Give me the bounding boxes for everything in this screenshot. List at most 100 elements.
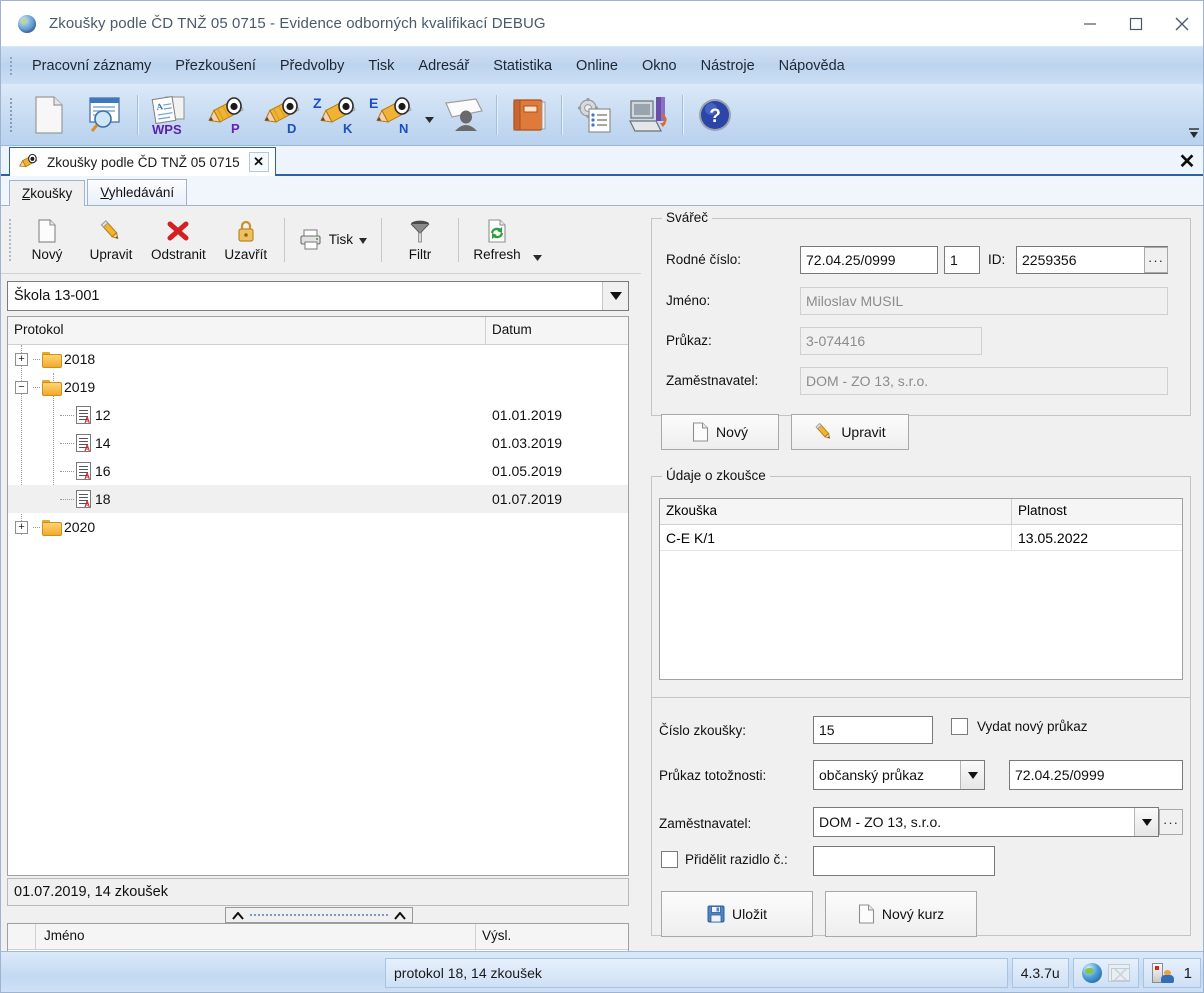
protocol-tree[interactable]: Protokol Datum + 2018 − 2019 A 12 01.01.…	[7, 316, 629, 876]
print-dropdown-caret-icon[interactable]	[359, 232, 368, 247]
rodne-cislo-suffix-input[interactable]: 1	[944, 246, 980, 274]
exam-zamestnavatel-browse-button[interactable]: ···	[1159, 809, 1183, 835]
globe-icon[interactable]	[1081, 963, 1102, 983]
toolbar-pencil-d-button[interactable]: D	[254, 89, 310, 141]
close-button[interactable]	[1159, 1, 1203, 46]
menu-adresar[interactable]: Adresář	[406, 54, 481, 78]
menu-predvolby[interactable]: Předvolby	[268, 54, 356, 78]
mail-icon[interactable]	[1107, 964, 1130, 982]
pencil-zk-icon: Z K	[313, 95, 356, 136]
tree-node-12[interactable]: 12 01.01.2019	[8, 401, 628, 429]
page-icon	[858, 904, 874, 924]
exam-zamestnavatel-value: DOM - ZO 13, s.r.o.	[819, 814, 942, 830]
chevron-down-icon[interactable]	[1134, 808, 1158, 836]
pridelit-razidlo-input[interactable]	[813, 846, 995, 876]
pridelit-razidlo-checkbox[interactable]	[661, 851, 678, 868]
toolbar-pencil-p-button[interactable]: P	[198, 89, 254, 141]
tree-node-2019[interactable]: − 2019	[8, 373, 628, 401]
records-toolbar-grip[interactable]	[5, 217, 15, 263]
minimize-button[interactable]	[1067, 1, 1113, 46]
edit-record-button[interactable]: Upravit	[79, 211, 143, 269]
status-users-cell[interactable]: 1	[1142, 958, 1201, 988]
mdi-tab-zkousky[interactable]: Zkoušky podle ČD TNŽ 05 0715 ✕	[9, 147, 276, 176]
tree-node-2018[interactable]: + 2018	[8, 345, 628, 373]
records-toolbar-overflow-caret[interactable]	[529, 211, 545, 269]
chevron-down-icon[interactable]	[960, 761, 984, 789]
left-pane: Nový Upravit Odstranit Uzavřít Tisk Filt…	[1, 206, 641, 992]
splitter-collapse-up-right-icon[interactable]	[394, 908, 406, 923]
tree-expander-2019[interactable]: −	[15, 380, 28, 394]
tree-expander-2020[interactable]: +	[15, 520, 28, 534]
menu-pracovni-zaznamy[interactable]: Pracovní záznamy	[20, 54, 163, 78]
toolbar-backup-button[interactable]	[622, 89, 678, 141]
tree-expander-2018[interactable]: +	[15, 352, 28, 366]
prukaz-totoznosti-combo[interactable]: občanský průkaz	[813, 760, 985, 790]
toolbar-wps-button[interactable]: A WPS	[142, 89, 198, 141]
prukaz-cislo-input[interactable]: 72.04.25/0999	[1009, 760, 1183, 790]
pencil-badge-d: D	[287, 121, 296, 136]
rodne-cislo-input[interactable]: 72.04.25/0999	[800, 246, 938, 274]
menu-bar: Pracovní záznamy Přezkoušení Předvolby T…	[1, 46, 1203, 84]
close-record-button[interactable]: Uzavřít	[214, 211, 278, 269]
toolbar-preview-button[interactable]	[77, 89, 133, 141]
pencil-icon	[815, 422, 831, 439]
chevron-down-icon[interactable]	[602, 282, 628, 310]
menu-tisk[interactable]: Tisk	[356, 54, 406, 78]
menu-napoveda[interactable]: Nápověda	[767, 54, 857, 78]
mdi-close-all-icon[interactable]: ✕	[1175, 149, 1199, 173]
table-row[interactable]: C-E K/1 13.05.2022	[660, 525, 1182, 551]
toolbar-overflow-button[interactable]	[1187, 84, 1201, 146]
mdi-tab-label: Zkoušky podle ČD TNŽ 05 0715	[47, 154, 240, 170]
records-toolbar-separator-2	[381, 217, 383, 262]
menu-online[interactable]: Online	[564, 54, 630, 78]
id-browse-button[interactable]: ···	[1144, 247, 1168, 273]
tab-zkousky[interactable]: Zkoušky	[9, 180, 86, 206]
delete-record-button[interactable]: Odstranit	[143, 211, 214, 269]
tab-vyhledavani-accel: V	[100, 185, 109, 200]
toolbar-new-document-button[interactable]	[21, 89, 77, 141]
toolbar-pencil-en-button[interactable]: E N	[366, 89, 422, 141]
exam-zamestnavatel-combo[interactable]: DOM - ZO 13, s.r.o.	[813, 807, 1159, 837]
toolbar-grip-handle[interactable]	[5, 95, 17, 135]
splitter-collapse-up-left-icon[interactable]	[232, 908, 244, 923]
print-button[interactable]: Tisk	[291, 211, 375, 269]
menu-prezkouseni[interactable]: Přezkoušení	[163, 54, 268, 78]
refresh-button[interactable]: Refresh	[465, 211, 529, 269]
pencil-icon	[99, 218, 123, 244]
pane-splitter[interactable]	[225, 907, 413, 923]
tree-node-label: 18	[95, 491, 111, 507]
person-card-icon	[445, 97, 483, 131]
welder-new-button[interactable]: Nový	[661, 414, 779, 450]
status-connection-cell[interactable]	[1072, 958, 1139, 988]
filter-button[interactable]: Filtr	[388, 211, 452, 269]
menu-okno[interactable]: Okno	[630, 54, 689, 78]
new-course-button[interactable]: Nový kurz	[825, 891, 977, 937]
tree-node-16[interactable]: 16 01.05.2019	[8, 457, 628, 485]
vydat-novy-prukaz-checkbox[interactable]	[951, 718, 968, 735]
toolbar-pencil-zk-button[interactable]: Z K	[310, 89, 366, 141]
exam-grid[interactable]: Zkouška Platnost C-E K/1 13.05.2022	[659, 498, 1183, 680]
tab-vyhledavani[interactable]: Vyhledávání	[87, 179, 188, 205]
toolbar-person-card-button[interactable]	[436, 89, 492, 141]
toolbar-settings-list-button[interactable]	[566, 89, 622, 141]
menu-grip-handle[interactable]	[4, 54, 18, 78]
school-combo[interactable]: Škola 13-001	[7, 281, 629, 311]
funnel-icon	[409, 218, 431, 244]
welder-edit-button[interactable]: Upravit	[791, 414, 909, 450]
tree-node-2020[interactable]: + 2020	[8, 513, 628, 541]
svg-text:WPS: WPS	[152, 122, 182, 136]
cislo-zkousky-input[interactable]: 15	[813, 716, 933, 744]
mdi-tab-close-icon[interactable]: ✕	[248, 152, 269, 172]
menu-statistika[interactable]: Statistika	[481, 54, 564, 78]
tree-node-label: 12	[95, 407, 111, 423]
page-icon	[692, 422, 709, 442]
toolbar-address-book-button[interactable]	[501, 89, 557, 141]
toolbar-help-button[interactable]: ?	[687, 89, 743, 141]
menu-nastroje[interactable]: Nástroje	[689, 54, 767, 78]
tree-node-18[interactable]: 18 01.07.2019	[8, 485, 628, 513]
tree-node-14[interactable]: 14 01.03.2019	[8, 429, 628, 457]
save-button[interactable]: Uložit	[661, 891, 813, 937]
new-record-button[interactable]: Nový	[15, 211, 79, 269]
toolbar-pencil-dropdown-caret[interactable]	[422, 89, 436, 141]
maximize-button[interactable]	[1113, 1, 1159, 46]
